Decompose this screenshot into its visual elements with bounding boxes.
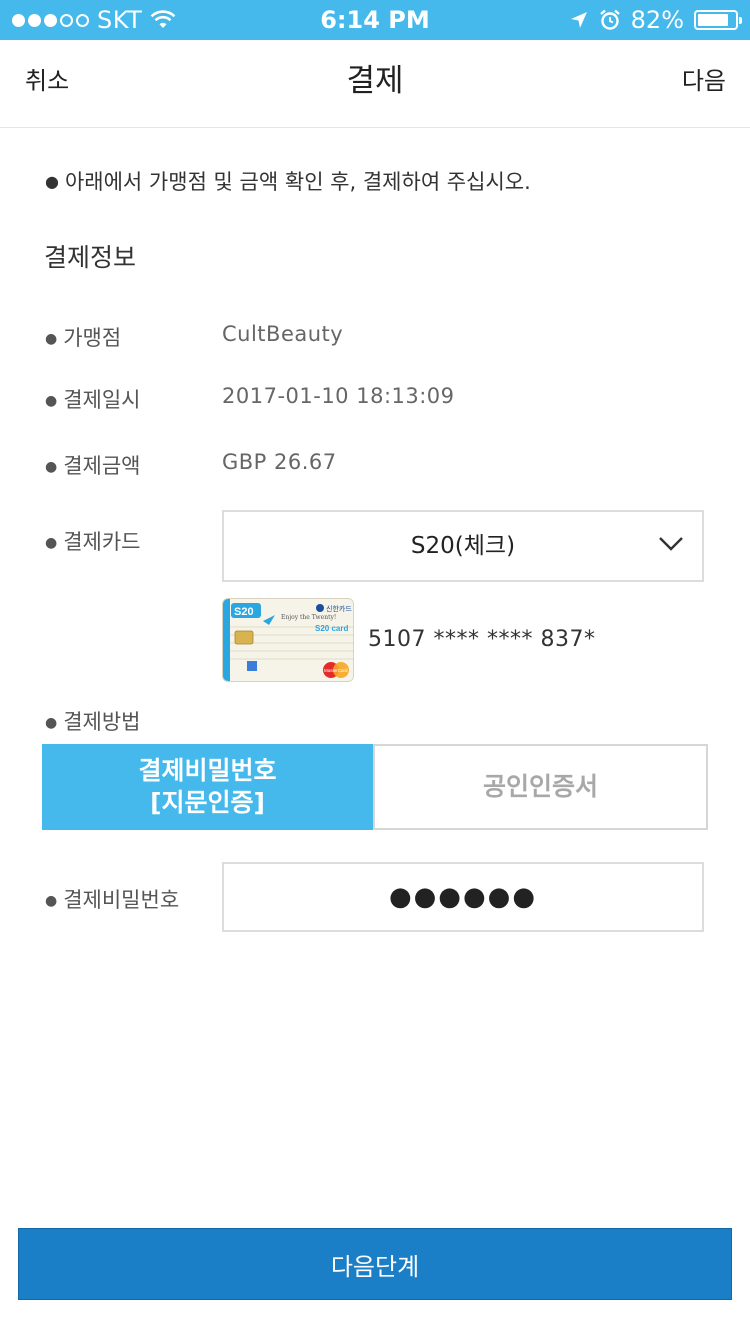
bullet-icon: ●: [45, 459, 58, 475]
card-product-text: S20 card: [315, 624, 348, 633]
payment-date-value: 2017-01-10 18:13:09: [222, 384, 455, 408]
status-left: SKT: [12, 0, 176, 40]
payment-amount-value: GBP 26.67: [222, 450, 337, 474]
alarm-clock-icon: [599, 9, 620, 30]
card-select-dropdown[interactable]: S20(체크): [222, 510, 704, 582]
bullet-icon: ●: [45, 331, 58, 347]
bullet-icon: ●: [45, 535, 58, 551]
card-select-value: S20(체크): [410, 533, 516, 559]
card-network-text: MasterCard: [324, 668, 348, 673]
payment-password-field[interactable]: ●●●●●●: [222, 862, 704, 932]
battery-icon: [694, 10, 742, 30]
page-title: 결제: [346, 63, 404, 99]
status-bar: SKT 6:14 PM 82%: [0, 0, 750, 40]
card-slogan-text: Enjoy the Twenty!: [281, 614, 336, 621]
bullet-icon: ●: [45, 172, 59, 191]
payment-date-label: ● 결제일시: [45, 388, 141, 412]
navigation-bar: 취소 결제 다음: [0, 40, 750, 128]
payment-method-tabs: 결제비밀번호 [지문인증] 공인인증서: [42, 744, 708, 830]
carrier-name: SKT: [97, 6, 143, 34]
signal-strength-icon: [12, 13, 89, 27]
bullet-icon: ●: [45, 893, 58, 909]
payment-password-label: ● 결제비밀번호: [45, 888, 180, 912]
section-title: 결제정보: [44, 243, 137, 272]
battery-percentage: 82%: [630, 6, 684, 34]
status-right: 82%: [569, 0, 742, 40]
tab-payment-password[interactable]: 결제비밀번호 [지문인증]: [42, 744, 373, 830]
merchant-label: ● 가맹점: [45, 326, 122, 350]
card-number: 5107 **** **** 837*: [368, 627, 596, 652]
card-brand-text: S20: [234, 606, 254, 618]
credit-card-illustration: S20 신한카드 Enjoy the Twenty! S20 card Mast…: [223, 599, 353, 681]
card-issuer-text: 신한카드: [326, 604, 352, 613]
payment-amount-label: ● 결제금액: [45, 454, 141, 478]
payment-method-label: ● 결제방법: [45, 710, 141, 734]
bullet-icon: ●: [45, 393, 58, 409]
payment-card-label: ● 결제카드: [45, 530, 141, 554]
notice-text: ● 아래에서 가맹점 및 금액 확인 후, 결제하여 주십시오.: [45, 170, 531, 194]
battery-level: [698, 14, 728, 26]
bullet-icon: ●: [45, 715, 58, 731]
wifi-icon: [150, 10, 176, 28]
location-arrow-icon: [570, 12, 587, 28]
next-button[interactable]: 다음: [682, 40, 726, 128]
merchant-value: CultBeauty: [222, 322, 344, 346]
next-step-button[interactable]: 다음단계: [18, 1228, 732, 1300]
tab-certificate[interactable]: 공인인증서: [373, 744, 708, 830]
card-image: S20 신한카드 Enjoy the Twenty! S20 card Mast…: [222, 598, 354, 682]
chevron-down-icon: [659, 537, 683, 551]
cancel-button[interactable]: 취소: [25, 40, 69, 128]
